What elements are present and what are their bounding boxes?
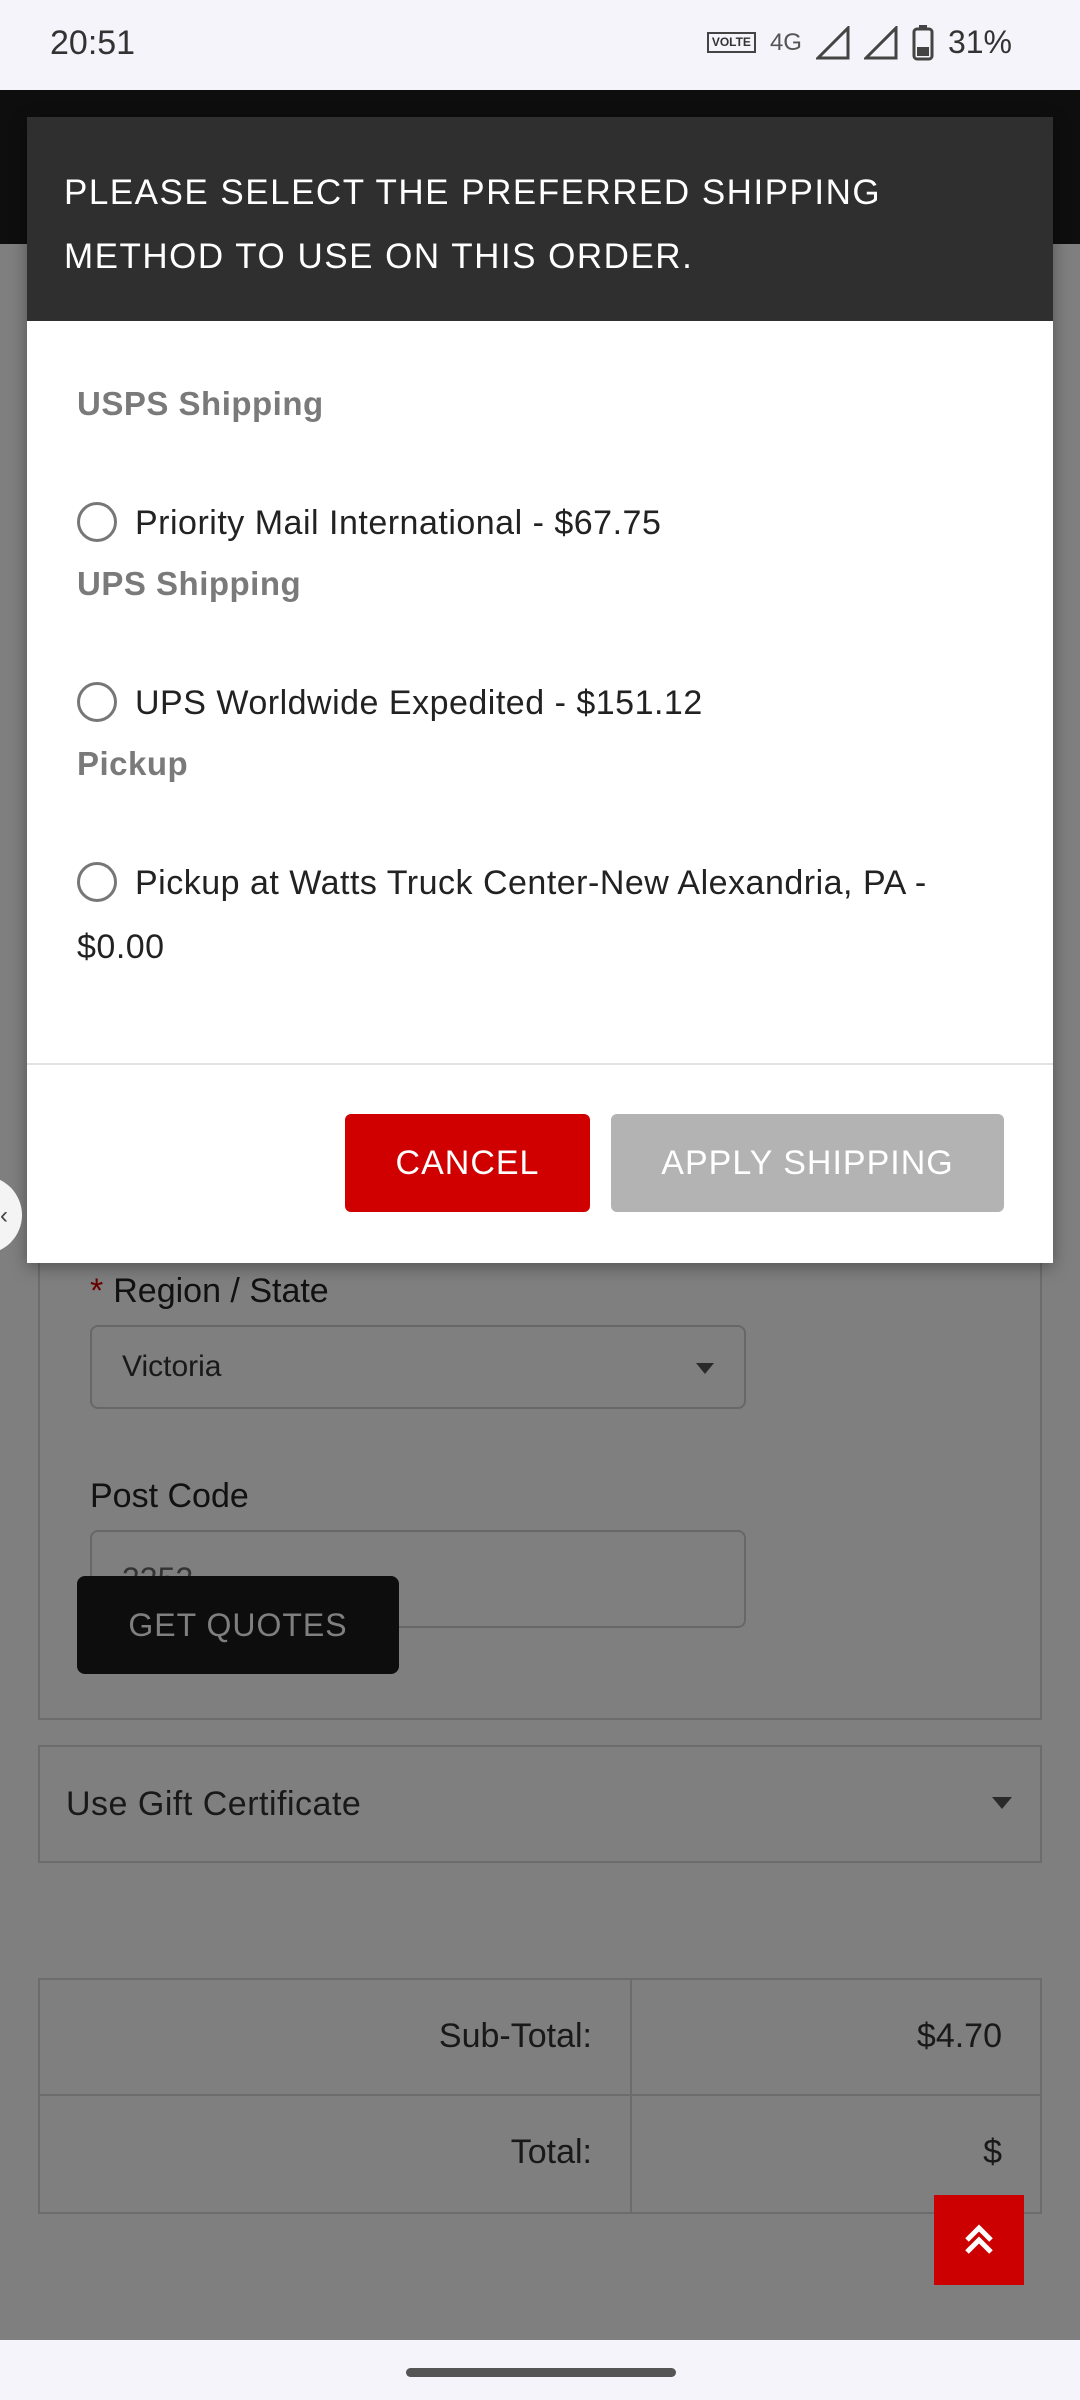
shipping-method-dialog: PLEASE SELECT THE PREFERRED SHIPPING MET… <box>27 117 1053 1263</box>
cancel-button[interactable]: CANCEL <box>345 1114 590 1212</box>
shipping-option-pickup[interactable]: Pickup at Watts Truck Center-New Alexand… <box>77 851 1017 979</box>
status-icons: VOLTE 4G 31% <box>706 24 1012 61</box>
radio-button[interactable] <box>77 862 117 903</box>
signal-icon <box>863 25 898 59</box>
shipping-option-ups-expedited[interactable]: UPS Worldwide Expedited - $151.12 <box>77 671 1017 735</box>
double-chevron-up-icon <box>965 2224 993 2254</box>
chevron-left-icon: ‹ <box>0 1202 8 1229</box>
option-label: UPS Worldwide Expedited - $151.12 <box>135 684 703 722</box>
radio-button[interactable] <box>77 502 117 543</box>
apply-shipping-button[interactable]: APPLY SHIPPING <box>611 1114 1004 1212</box>
group-title-ups: UPS Shipping <box>77 565 302 602</box>
group-title-pickup: Pickup <box>77 745 189 782</box>
dialog-divider <box>27 1063 1053 1065</box>
status-bar: 20:51 VOLTE 4G 31% <box>0 0 1080 90</box>
signal-icon <box>815 25 850 59</box>
dialog-title: PLEASE SELECT THE PREFERRED SHIPPING MET… <box>27 117 1053 321</box>
4g-icon: 4G <box>769 28 802 56</box>
option-label: Priority Mail International - $67.75 <box>135 504 662 542</box>
volte-icon: VOLTE <box>706 32 756 53</box>
home-gesture-handle[interactable] <box>406 2368 676 2377</box>
battery-icon <box>912 24 934 60</box>
radio-button[interactable] <box>77 682 117 723</box>
status-time: 20:51 <box>50 24 136 62</box>
navigation-bar <box>0 2340 1080 2400</box>
scroll-to-top-button[interactable] <box>934 2195 1024 2285</box>
group-title-usps: USPS Shipping <box>77 385 324 422</box>
option-label: Pickup at Watts Truck Center-New Alexand… <box>77 864 927 966</box>
battery-percent: 31% <box>947 24 1012 60</box>
shipping-option-usps-priority[interactable]: Priority Mail International - $67.75 <box>77 491 1017 555</box>
